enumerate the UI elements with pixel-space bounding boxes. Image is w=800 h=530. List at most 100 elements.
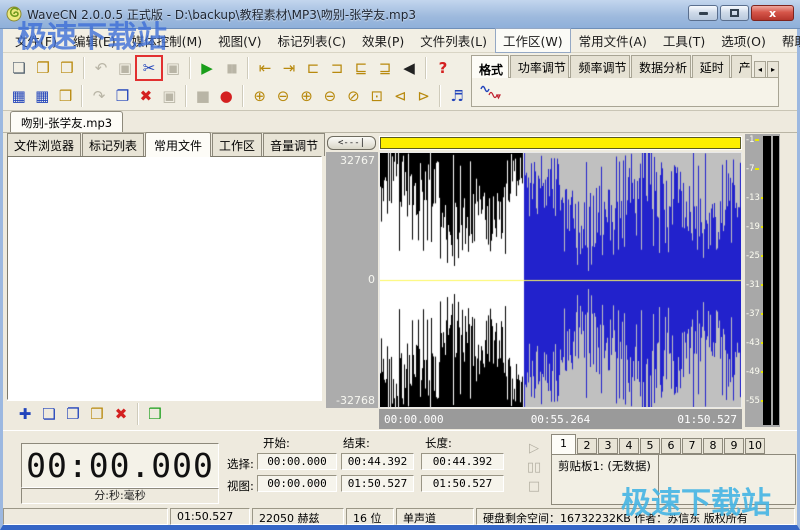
maximize-button[interactable] xyxy=(720,5,749,21)
copy-icon[interactable]: ❐ xyxy=(112,85,133,107)
view-selection-end-icon[interactable]: ⊒ xyxy=(374,57,396,79)
paste-special-icon[interactable]: ▣ xyxy=(114,57,136,79)
menu-item-workspace[interactable]: 工作区(W) xyxy=(495,28,571,53)
minimize-button[interactable] xyxy=(688,5,718,21)
document-tab[interactable]: 吻别-张学友.mp3 xyxy=(10,111,123,132)
move-to-folder-icon[interactable]: ❒ xyxy=(85,403,109,425)
panel-tab-frequency[interactable]: 频率调节 xyxy=(570,55,630,78)
toolbar-separator xyxy=(439,85,441,107)
clipboard-stop-icon[interactable]: □ xyxy=(523,477,545,496)
zoom-in-horizontal-icon[interactable]: ⊕ xyxy=(249,85,270,107)
clipboard-tab-10[interactable]: 10 xyxy=(745,438,765,454)
sidebar-tab-common-files[interactable]: 常用文件 xyxy=(145,132,211,157)
clipboard-tab-5[interactable]: 5 xyxy=(640,438,660,454)
copy-file-icon[interactable]: ❐ xyxy=(61,403,85,425)
menu-item-edit[interactable]: 编辑(E) xyxy=(65,28,124,53)
view-selection-start-icon[interactable]: ⊑ xyxy=(350,57,372,79)
cut-icon[interactable]: ✂ xyxy=(138,57,160,79)
panel-tab-format[interactable]: 格式 xyxy=(471,55,509,78)
menu-item-tools[interactable]: 工具(T) xyxy=(655,28,713,53)
undo-icon[interactable]: ↶ xyxy=(90,57,112,79)
scroll-right-icon[interactable]: ⊳ xyxy=(413,85,434,107)
zoom-back-button[interactable]: <---| xyxy=(327,136,376,150)
panel-tab-power[interactable]: 功率调节 xyxy=(510,55,570,78)
view-start-field[interactable]: 00:00.000 xyxy=(257,475,337,492)
view-end-field[interactable]: 01:50.527 xyxy=(341,475,414,492)
pause-icon[interactable]: ▮▮ xyxy=(220,57,242,79)
zoom-in-vertical-icon[interactable]: ⊕ xyxy=(296,85,317,107)
common-files-list[interactable] xyxy=(7,156,322,400)
clipboard-play-icon[interactable]: ▷ xyxy=(523,439,545,458)
clipboard-pause-icon[interactable]: ▯▯ xyxy=(523,458,545,477)
stop-icon[interactable]: ■ xyxy=(192,85,213,107)
zoom-out-vertical-icon[interactable]: ⊖ xyxy=(319,85,340,107)
zoom-to-selection-icon[interactable]: ⊡ xyxy=(366,85,387,107)
menu-item-common-files[interactable]: 常用文件(A) xyxy=(571,28,655,53)
cut-highlight-box: ✂ xyxy=(137,57,161,79)
menu-item-marker-list[interactable]: 标记列表(C) xyxy=(269,28,353,53)
help-icon[interactable]: ? xyxy=(432,57,454,79)
new-file-icon[interactable]: ❏ xyxy=(8,57,30,79)
sidebar-tab-marker-list[interactable]: 标记列表 xyxy=(82,133,144,156)
zoom-out-horizontal-icon[interactable]: ⊖ xyxy=(272,85,293,107)
zoom-reset-icon[interactable]: ⊘ xyxy=(343,85,364,107)
sidebar-tab-workspace[interactable]: 工作区 xyxy=(212,133,262,156)
menu-item-help[interactable]: 帮助(H) xyxy=(774,28,800,53)
selection-end-icon[interactable]: ⇥ xyxy=(278,57,300,79)
clipboard-tab-4[interactable]: 4 xyxy=(619,438,639,454)
paste-icon[interactable]: ▣ xyxy=(159,85,180,107)
remove-icon[interactable]: ✖ xyxy=(109,403,133,425)
panel-tab-data-analysis[interactable]: 数据分析 xyxy=(631,55,691,78)
selection-start-field[interactable]: 00:00.000 xyxy=(257,453,337,470)
save-copy-icon[interactable]: ▦ xyxy=(31,85,52,107)
selection-end-field[interactable]: 00:44.392 xyxy=(341,453,414,470)
format-convert-icon[interactable] xyxy=(480,84,502,100)
menu-item-view[interactable]: 视图(V) xyxy=(210,28,269,53)
cursor-to-selection-start-icon[interactable]: ⊏ xyxy=(302,57,324,79)
cursor-to-selection-end-icon[interactable]: ⊐ xyxy=(326,57,348,79)
selection-length-field[interactable]: 00:44.392 xyxy=(421,453,504,470)
menu-item-effects[interactable]: 效果(P) xyxy=(354,28,412,53)
clipboard-tab-9[interactable]: 9 xyxy=(724,438,744,454)
scroll-left-icon[interactable]: ⊲ xyxy=(390,85,411,107)
sidebar-tab-volume[interactable]: 音量调节 xyxy=(263,133,325,156)
record-icon[interactable]: ● xyxy=(216,85,237,107)
waveform-canvas[interactable] xyxy=(379,152,742,408)
selection-start-icon[interactable]: ⇤ xyxy=(254,57,276,79)
clipboard-tab-1[interactable]: 1 xyxy=(551,434,576,454)
panel-scroll-left-icon[interactable]: ◂ xyxy=(754,61,766,78)
open-folder-icon[interactable]: ❒ xyxy=(143,403,167,425)
timeline-ruler[interactable]: 00:00.000 00:55.264 01:50.527 xyxy=(379,409,742,429)
add-icon[interactable]: ✚ xyxy=(13,403,37,425)
panel-tab-delay[interactable]: 延时 xyxy=(692,55,730,78)
overview-position-bar[interactable] xyxy=(380,137,741,149)
close-button[interactable]: x xyxy=(751,5,794,21)
speaker-icon[interactable]: ♬ xyxy=(446,85,467,107)
panel-tab-more[interactable]: 产 xyxy=(731,55,752,78)
save-file-icon[interactable]: ▦ xyxy=(8,85,29,107)
clipboard-tab-6[interactable]: 6 xyxy=(661,438,681,454)
add-file-icon[interactable]: ❏ xyxy=(37,403,61,425)
amplitude-ruler: 32767 0 -32768 xyxy=(326,152,378,408)
status-sample-rate: 22050 赫兹 xyxy=(252,508,344,525)
menu-item-media-control[interactable]: 媒体控制(M) xyxy=(124,28,211,53)
clipboard-tab-8[interactable]: 8 xyxy=(703,438,723,454)
cursor-marker-icon[interactable]: ◀ xyxy=(398,57,420,79)
open-file-icon[interactable]: ❐ xyxy=(32,57,54,79)
menu-item-options[interactable]: 选项(O) xyxy=(713,28,774,53)
play-icon[interactable]: ▶ xyxy=(196,57,218,79)
panel-scroll-right-icon[interactable]: ▸ xyxy=(767,61,779,78)
view-length-field[interactable]: 01:50.527 xyxy=(421,475,504,492)
sidebar-tab-file-browser[interactable]: 文件浏览器 xyxy=(7,133,81,156)
clipboard-tab-3[interactable]: 3 xyxy=(598,438,618,454)
clipboard-tab-7[interactable]: 7 xyxy=(682,438,702,454)
paste-insert-icon[interactable]: ▣ xyxy=(162,57,184,79)
title-bar[interactable]: WaveCN 2.0.0.5 正式版 - D:\backup\教程素材\MP3\… xyxy=(0,0,800,29)
menu-item-file-list[interactable]: 文件列表(L) xyxy=(412,28,495,53)
menu-item-file[interactable]: 文件(F) xyxy=(7,28,65,53)
redo-icon[interactable]: ↷ xyxy=(88,85,109,107)
clipboard-tab-2[interactable]: 2 xyxy=(577,438,597,454)
delete-icon[interactable]: ✖ xyxy=(135,85,156,107)
save-to-folder-icon[interactable]: ❒ xyxy=(55,85,76,107)
open-as-copy-icon[interactable]: ❒ xyxy=(56,57,78,79)
